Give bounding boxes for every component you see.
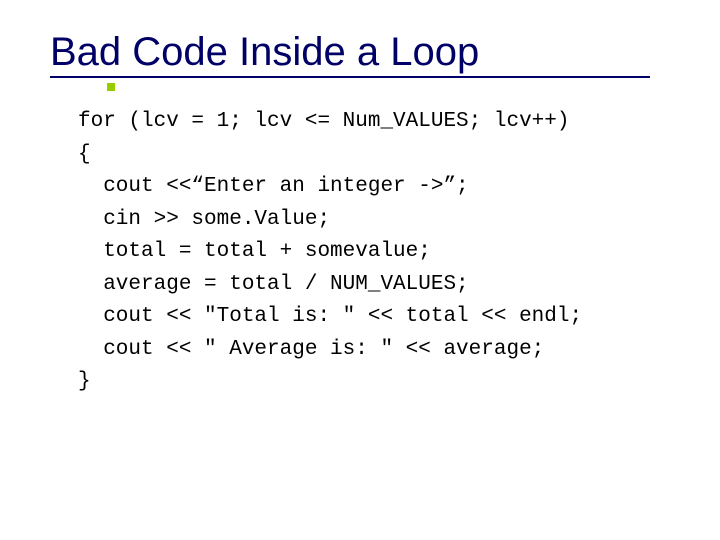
accent-square-icon <box>107 83 115 91</box>
title-underline <box>50 76 650 78</box>
code-line: } <box>78 370 91 393</box>
code-line: for (lcv = 1; lcv <= Num_VALUES; lcv++) <box>78 110 569 133</box>
code-block: for (lcv = 1; lcv <= Num_VALUES; lcv++) … <box>78 106 680 399</box>
code-line: average = total / NUM_VALUES; <box>78 273 469 296</box>
code-line: cout <<“Enter an integer ->”; <box>78 175 469 198</box>
slide: Bad Code Inside a Loop for (lcv = 1; lcv… <box>0 0 720 540</box>
code-line: cin >> some.Value; <box>78 208 330 231</box>
code-line: cout << " Average is: " << average; <box>78 338 544 361</box>
code-line: { <box>78 143 91 166</box>
slide-title: Bad Code Inside a Loop <box>50 30 680 74</box>
code-line: total = total + somevalue; <box>78 240 431 263</box>
title-block: Bad Code Inside a Loop <box>50 30 680 78</box>
code-line: cout << "Total is: " << total << endl; <box>78 305 582 328</box>
